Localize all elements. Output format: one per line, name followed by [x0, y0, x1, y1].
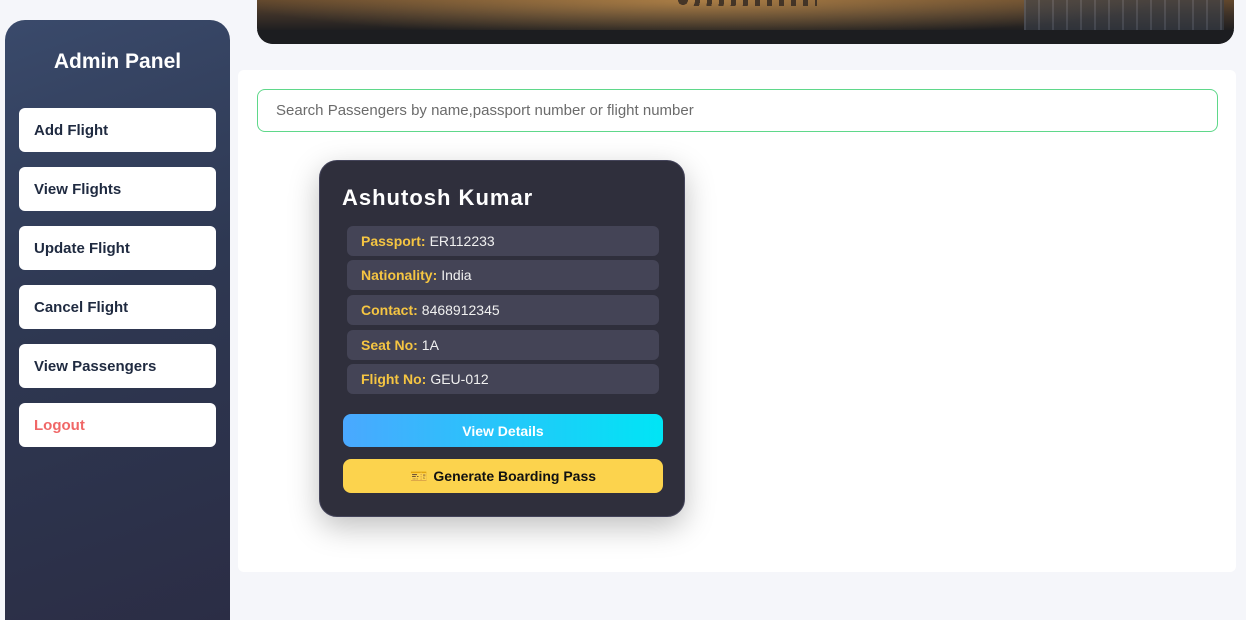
field-value: 8468912345: [421, 302, 500, 318]
passenger-card: Ashutosh Kumar Passport: ER112233 Nation…: [319, 160, 685, 517]
cancel-flight-button[interactable]: Cancel Flight: [19, 285, 216, 329]
field-label: Seat No:: [361, 337, 418, 353]
seat-field: Seat No: 1A: [347, 330, 659, 360]
passenger-name: Ashutosh Kumar: [342, 185, 534, 210]
sidebar-title: Admin Panel: [53, 50, 182, 73]
view-details-button[interactable]: View Details: [343, 414, 663, 447]
field-label: Nationality:: [361, 267, 438, 283]
generate-boarding-pass-label: Generate Boarding Pass: [433, 468, 597, 484]
logout-button[interactable]: Logout: [19, 403, 216, 447]
field-label: Contact:: [361, 302, 418, 318]
main-content: Ashutosh Kumar Passport: ER112233 Nation…: [238, 70, 1236, 572]
ticket-icon: 🎫: [409, 467, 428, 484]
field-label: Passport:: [361, 233, 426, 249]
field-value: ER112233: [429, 233, 495, 249]
flight-no-field: Flight No: GEU-012: [347, 364, 659, 394]
view-passengers-button[interactable]: View Passengers: [19, 344, 216, 388]
generate-boarding-pass-button[interactable]: 🎫 Generate Boarding Pass: [343, 459, 663, 493]
field-value: India: [441, 267, 472, 283]
update-flight-button[interactable]: Update Flight: [19, 226, 216, 270]
passport-field: Passport: ER112233: [347, 226, 659, 256]
add-flight-button[interactable]: Add Flight: [19, 108, 216, 152]
view-flights-button[interactable]: View Flights: [19, 167, 216, 211]
contact-field: Contact: 8468912345: [347, 295, 659, 325]
field-value: GEU-012: [430, 371, 489, 387]
search-input[interactable]: [257, 89, 1218, 132]
sidebar: Admin Panel Add Flight View Flights Upda…: [5, 20, 230, 620]
field-value: 1A: [421, 337, 439, 353]
field-label: Flight No:: [361, 371, 427, 387]
nationality-field: Nationality: India: [347, 260, 659, 290]
hero-banner-image: [257, 0, 1234, 44]
